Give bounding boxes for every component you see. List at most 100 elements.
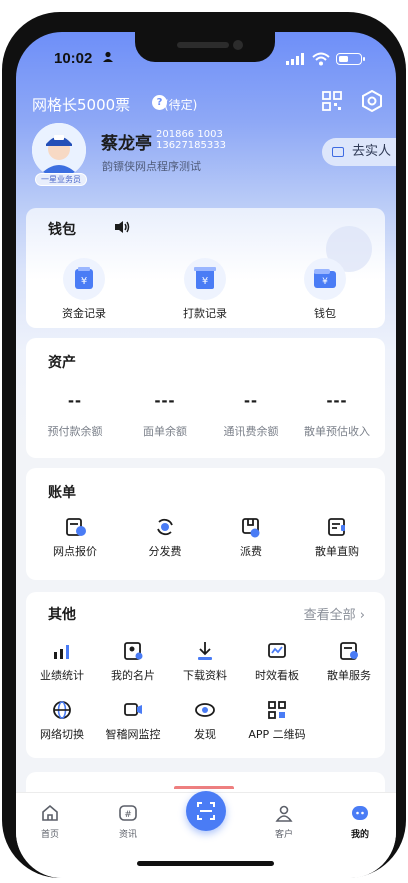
asset-value: --: [68, 390, 82, 410]
svg-text:¥: ¥: [81, 276, 87, 287]
other-item-label: 下载资料: [183, 669, 227, 682]
tab-customer[interactable]: 客户: [254, 803, 314, 840]
qr-scan-icon[interactable]: [322, 91, 342, 111]
other-item-download[interactable]: 下载资料: [170, 640, 240, 683]
news-icon: #: [118, 803, 138, 823]
other-item-label: 网络切换: [40, 728, 84, 741]
person-icon: [103, 51, 113, 62]
other-item-stats[interactable]: 业绩统计: [27, 640, 97, 683]
verify-identity-button[interactable]: 去实人: [322, 138, 396, 166]
bill-item-label: 网点报价: [53, 545, 97, 558]
bills-title: 账单: [48, 485, 76, 501]
tab-home[interactable]: 首页: [20, 803, 80, 840]
speaker-icon[interactable]: [114, 220, 130, 234]
asset-label: 通讯费余额: [223, 425, 279, 438]
stats-icon: [51, 640, 73, 662]
svg-text:#: #: [124, 810, 132, 820]
tab-bar: 首页 # 资讯 客户 我的: [16, 791, 396, 878]
bill-item-distribution[interactable]: 分发费: [120, 516, 210, 559]
tab-label: 客户: [274, 830, 293, 840]
bills-card: 账单 网点报价 分发费 派费 散单直购: [26, 468, 385, 580]
scan-frame-icon: [197, 802, 215, 820]
status-time: 10:02: [54, 50, 93, 67]
user-name: 蔡龙亭: [101, 134, 152, 154]
other-item-label: 散单服务: [327, 669, 371, 682]
signal-icon: [286, 53, 304, 65]
other-item-label: 我的名片: [111, 669, 155, 682]
bill-item-direct-purchase[interactable]: 散单直购: [292, 516, 382, 559]
service-icon: [338, 640, 360, 662]
bill-item-quote[interactable]: 网点报价: [30, 516, 120, 559]
discover-icon: [194, 699, 216, 721]
other-item-dashboard[interactable]: 时效看板: [242, 640, 312, 683]
other-item-app-qr[interactable]: APP 二维码: [242, 699, 312, 742]
wallet-title: 钱包: [48, 222, 76, 238]
asset-label: 预付款余额: [47, 425, 103, 438]
asset-value: --: [244, 390, 258, 410]
asset-value: ---: [326, 390, 348, 410]
tab-profile[interactable]: 我的: [330, 803, 390, 840]
avatar[interactable]: [32, 123, 86, 177]
other-card: 其他 查看全部 › 业绩统计 我的名片 下载资料 时效看板 散单服务 网络切换 …: [26, 592, 385, 758]
bill-item-label: 分发费: [148, 545, 182, 558]
verify-label: 去实人: [352, 144, 392, 159]
quote-icon: [64, 516, 86, 538]
svg-text:¥: ¥: [202, 276, 208, 287]
download-icon: [194, 640, 216, 662]
wallet-item-label: 资金记录: [62, 307, 106, 320]
scan-button[interactable]: [186, 791, 226, 831]
other-title: 其他: [48, 607, 76, 623]
other-item-label: APP 二维码: [248, 728, 306, 741]
other-item-label: 业绩统计: [40, 669, 84, 682]
app-screen: 10:02 网格长5000票 ? (待定) 一星业务员 蔡龙亭 201866 1…: [16, 32, 396, 878]
user-id: 201866 1003 13627185333: [156, 129, 226, 151]
assets-title: 资产: [48, 355, 76, 371]
bill-item-label: 派费: [240, 545, 262, 558]
globe-icon: [51, 699, 73, 721]
tab-label: 我的: [350, 830, 369, 840]
distribution-icon: [154, 516, 176, 538]
home-icon: [40, 803, 60, 823]
asset-label: 散单预估收入: [304, 425, 370, 438]
asset-prepaid[interactable]: -- 预付款余额: [30, 390, 120, 439]
home-indicator: [137, 861, 274, 866]
bill-item-delivery-fee[interactable]: 派费: [206, 516, 296, 559]
other-item-label: 时效看板: [255, 669, 299, 682]
other-item-network-switch[interactable]: 网络切换: [27, 699, 97, 742]
grid-leader-title: 网格长5000票: [32, 96, 131, 114]
settings-icon[interactable]: [361, 90, 383, 112]
user-id-line1: 201866 1003: [156, 129, 223, 140]
wallet-item-payment-record[interactable]: ¥ 打款记录: [160, 258, 250, 321]
wallet-item-fund-record[interactable]: ¥ 资金记录: [39, 258, 129, 321]
wallet-icon: ¥: [304, 258, 346, 300]
user-subtitle: 韵镖侠网点程序测试: [102, 160, 201, 173]
asset-waybill[interactable]: --- 面单余额: [120, 390, 210, 439]
monitor-icon: [122, 699, 144, 721]
battery-icon: [336, 53, 365, 65]
user-id-line2: 13627185333: [156, 140, 226, 151]
other-item-discover[interactable]: 发现: [170, 699, 240, 742]
chevron-right-icon: ›: [359, 608, 365, 623]
profile-icon: [350, 803, 370, 823]
tab-news[interactable]: # 资讯: [98, 803, 158, 840]
asset-telecom[interactable]: -- 通讯费余额: [206, 390, 296, 439]
phone-frame: 10:02 网格长5000票 ? (待定) 一星业务员 蔡龙亭 201866 1…: [2, 12, 406, 878]
wallet-item-label: 钱包: [314, 307, 336, 320]
other-item-monitor[interactable]: 智稽网监控: [98, 699, 168, 742]
wallet-item-wallet[interactable]: ¥ 钱包: [280, 258, 370, 321]
view-all-label: 查看全部: [303, 608, 356, 623]
delivery-fee-icon: [240, 516, 262, 538]
pending-label: (待定): [164, 98, 198, 112]
other-item-card[interactable]: 我的名片: [98, 640, 168, 683]
direct-purchase-icon: [326, 516, 348, 538]
bill-item-label: 散单直购: [315, 545, 359, 558]
qr-code-icon: [266, 699, 288, 721]
wifi-icon: [312, 52, 330, 66]
other-item-service[interactable]: 散单服务: [314, 640, 384, 683]
asset-value: ---: [154, 390, 176, 410]
view-all-link[interactable]: 查看全部 ›: [304, 604, 365, 623]
svg-text:¥: ¥: [322, 277, 328, 287]
payment-record-icon: ¥: [184, 258, 226, 300]
courier-avatar-icon: [32, 123, 86, 177]
asset-estimated-income[interactable]: --- 散单预估收入: [292, 390, 382, 439]
